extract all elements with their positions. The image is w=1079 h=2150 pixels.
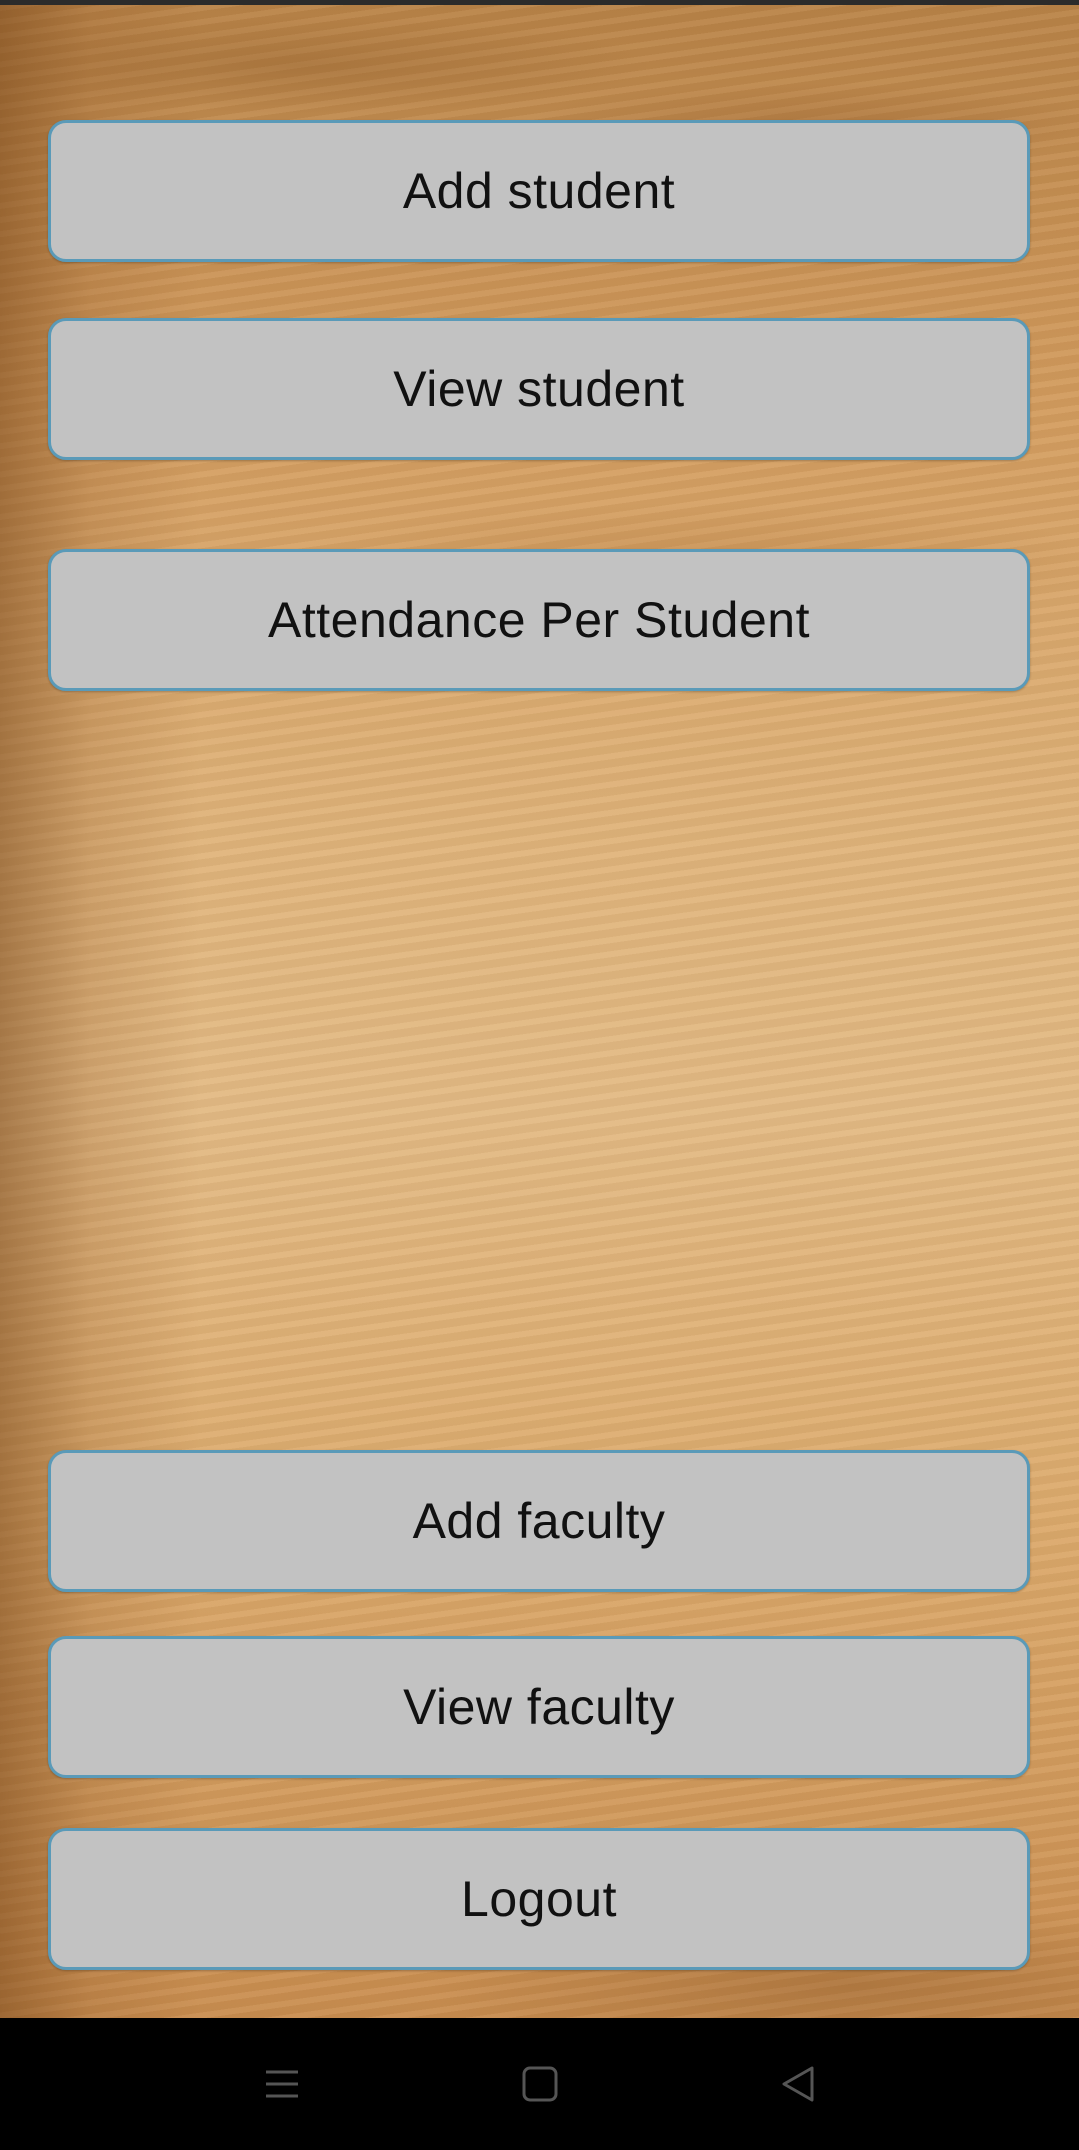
view-faculty-button[interactable]: View faculty — [48, 1636, 1030, 1778]
add-student-button[interactable]: Add student — [48, 120, 1030, 262]
home-icon[interactable] — [505, 2054, 575, 2114]
attendance-per-student-label: Attendance Per Student — [268, 592, 810, 648]
system-navigation-bar — [0, 2018, 1079, 2150]
logout-label: Logout — [461, 1871, 617, 1927]
logout-button[interactable]: Logout — [48, 1828, 1030, 1970]
add-student-label: Add student — [402, 163, 676, 219]
add-faculty-button[interactable]: Add faculty — [48, 1450, 1030, 1592]
view-faculty-label: View faculty — [403, 1679, 675, 1735]
back-icon[interactable] — [763, 2054, 833, 2114]
add-faculty-label: Add faculty — [412, 1493, 666, 1549]
view-student-button[interactable]: View student — [48, 318, 1030, 460]
attendance-per-student-button[interactable]: Attendance Per Student — [48, 549, 1030, 691]
menu-icon[interactable] — [247, 2054, 317, 2114]
view-student-label: View student — [393, 361, 685, 417]
